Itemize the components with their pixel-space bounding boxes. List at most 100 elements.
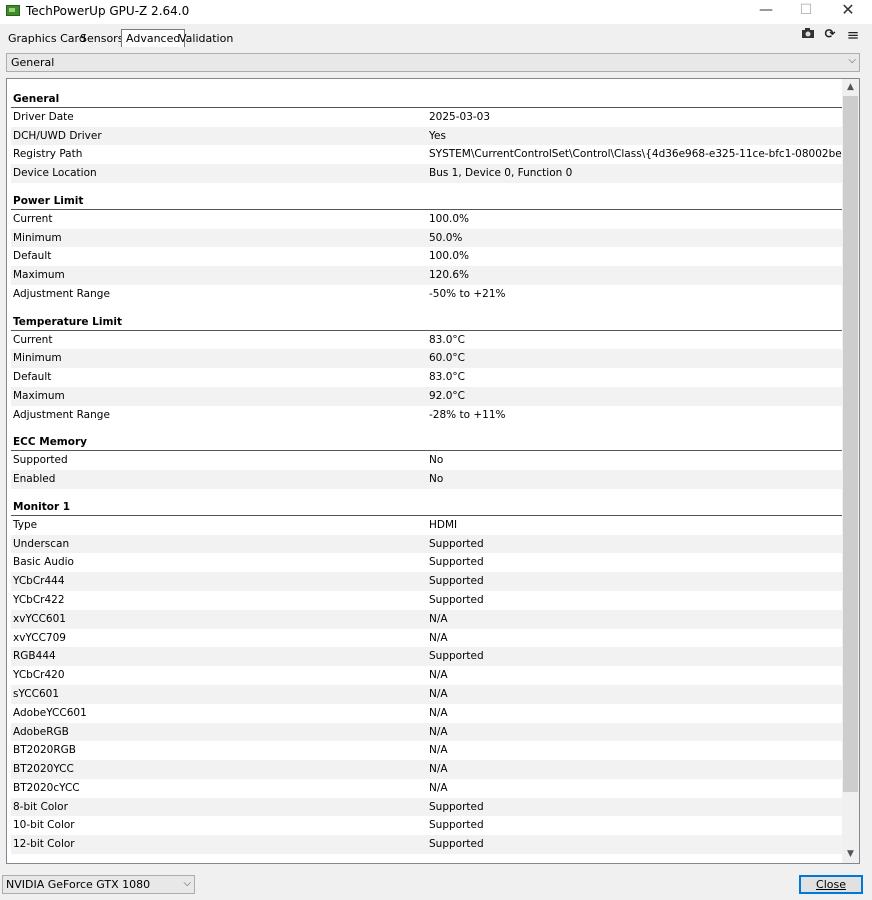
info-row[interactable]: Minimum 50.0% [11, 228, 843, 248]
gpu-select[interactable]: NVIDIA GeForce GTX 1080 ⌵ [2, 875, 195, 894]
info-row[interactable]: Device Location Bus 1, Device 0, Function… [11, 164, 843, 183]
info-row[interactable]: 12-bit Color Supported [11, 835, 843, 855]
tab-sensors[interactable]: Sensors [76, 30, 127, 47]
info-value: Bus 1, Device 0, Function 0 [429, 167, 573, 180]
info-row[interactable]: Registry Path SYSTEM\CurrentControlSet\Co… [11, 145, 859, 164]
menu-icon[interactable]: ≡ [845, 27, 861, 43]
info-key: Adjustment Range [13, 408, 110, 421]
info-row[interactable]: Adjustment Range -50% to +21% [11, 285, 843, 304]
info-row[interactable]: Maximum 92.0°C [11, 386, 843, 406]
info-key: AdobeYCC601 [13, 706, 87, 719]
info-value: 50.0% [429, 231, 463, 244]
info-key: 8-bit Color [13, 800, 68, 813]
info-value: Supported [429, 575, 484, 588]
info-row[interactable]: Minimum 60.0°C [11, 349, 843, 369]
info-row[interactable]: DCH/UWD Driver Yes [11, 126, 843, 146]
section-title: General [13, 92, 60, 105]
info-key: YCbCr420 [13, 669, 65, 682]
minimize-button[interactable]: — [746, 0, 786, 22]
info-value: No [429, 454, 444, 467]
info-value: 60.0°C [429, 352, 465, 365]
info-row[interactable]: Default 100.0% [11, 247, 843, 266]
info-row[interactable]: Driver Date 2025-03-03 [11, 108, 843, 127]
info-row[interactable]: Maximum 120.6% [11, 266, 843, 285]
vertical-scrollbar[interactable]: ▲ ▼ [842, 79, 859, 863]
info-key: Minimum [13, 352, 62, 365]
info-value: 120.6% [429, 269, 470, 282]
info-key: Minimum [13, 231, 62, 244]
info-key: 12-bit Color [13, 838, 75, 851]
info-row[interactable]: AdobeYCC601 N/A [11, 704, 843, 723]
section-header: General [11, 89, 843, 108]
chevron-down-icon: ⌵ [848, 55, 856, 66]
camera-icon[interactable] [800, 27, 816, 43]
scroll-down-icon[interactable]: ▼ [842, 846, 859, 863]
scroll-up-icon[interactable]: ▲ [842, 79, 859, 96]
info-value: N/A [429, 631, 448, 644]
info-row[interactable]: YCbCr420 N/A [11, 666, 843, 685]
info-value: Supported [429, 800, 484, 813]
info-value: 100.0% [429, 212, 470, 225]
info-row[interactable]: BT2020YCC N/A [11, 760, 843, 779]
section-title: ECC Memory [13, 436, 87, 449]
info-key: Enabled [13, 473, 56, 486]
info-row[interactable]: BT2020cYCC N/A [11, 779, 843, 798]
scrollbar-thumb[interactable] [843, 96, 858, 792]
info-value: N/A [429, 687, 448, 700]
info-key: Adjustment Range [13, 287, 110, 300]
info-value: Supported [429, 819, 484, 832]
info-value: N/A [429, 744, 448, 757]
info-key: 10-bit Color [13, 819, 75, 832]
info-row[interactable]: Supported No [11, 451, 843, 470]
info-key: Supported [13, 454, 68, 467]
info-key: sYCC601 [13, 687, 60, 700]
info-value: N/A [429, 612, 448, 625]
info-row[interactable]: xvYCC709 N/A [11, 629, 843, 648]
info-key: Current [13, 212, 53, 225]
gpuz-app-icon [6, 5, 20, 16]
tab-validation[interactable]: Validation [175, 30, 237, 47]
info-row[interactable]: Type HDMI [11, 516, 843, 535]
info-row[interactable]: Enabled No [11, 470, 843, 489]
section-header: Temperature Limit [11, 312, 843, 331]
info-key: YCbCr422 [13, 593, 65, 606]
section-title: Monitor 1 [13, 500, 71, 513]
info-row[interactable]: BT2020RGB N/A [11, 741, 843, 760]
info-row[interactable]: Adjustment Range -28% to +11% [11, 406, 843, 425]
info-row[interactable]: 10-bit Color Supported [11, 816, 843, 835]
category-select-value: General [11, 56, 55, 69]
info-row[interactable]: Basic Audio Supported [11, 553, 843, 572]
info-value: Supported [429, 556, 484, 569]
maximize-button[interactable]: ☐ [786, 0, 826, 22]
info-key: RGB444 [13, 650, 56, 663]
window-title: TechPowerUp GPU-Z 2.64.0 [26, 4, 190, 18]
info-key: Default [13, 371, 52, 384]
info-row[interactable]: Current 83.0°C [11, 331, 843, 350]
info-value: HDMI [429, 518, 458, 531]
section-header: ECC Memory [11, 433, 843, 452]
refresh-icon[interactable]: ⟳ [822, 27, 838, 43]
category-select[interactable]: General ⌵ [6, 53, 860, 72]
info-row[interactable]: Current 100.0% [11, 210, 843, 229]
info-row[interactable]: AdobeRGB N/A [11, 722, 843, 742]
info-key: BT2020YCC [13, 763, 74, 776]
info-list: General Driver Date 2025-03-03 DCH/UWD Driv… [11, 89, 859, 855]
info-key: Registry Path [13, 148, 83, 161]
info-value: N/A [429, 763, 448, 776]
info-key: YCbCr444 [13, 575, 65, 588]
info-value: -50% to +21% [429, 287, 506, 300]
info-value: 83.0°C [429, 371, 465, 384]
info-value: N/A [429, 725, 448, 738]
info-row[interactable]: YCbCr444 Supported [11, 572, 843, 591]
info-row[interactable]: 8-bit Color Supported [11, 797, 843, 817]
info-key: xvYCC709 [13, 631, 66, 644]
info-row[interactable]: sYCC601 N/A [11, 684, 843, 704]
info-row[interactable]: Underscan Supported [11, 534, 843, 554]
info-row[interactable]: xvYCC601 N/A [11, 609, 843, 629]
info-row[interactable]: YCbCr422 Supported [11, 591, 843, 610]
info-value: -28% to +11% [429, 408, 506, 421]
close-button[interactable]: Close [799, 875, 863, 894]
close-window-button[interactable]: ✕ [828, 0, 868, 22]
info-row[interactable]: RGB444 Supported [11, 647, 843, 667]
info-row[interactable]: Default 83.0°C [11, 368, 843, 387]
